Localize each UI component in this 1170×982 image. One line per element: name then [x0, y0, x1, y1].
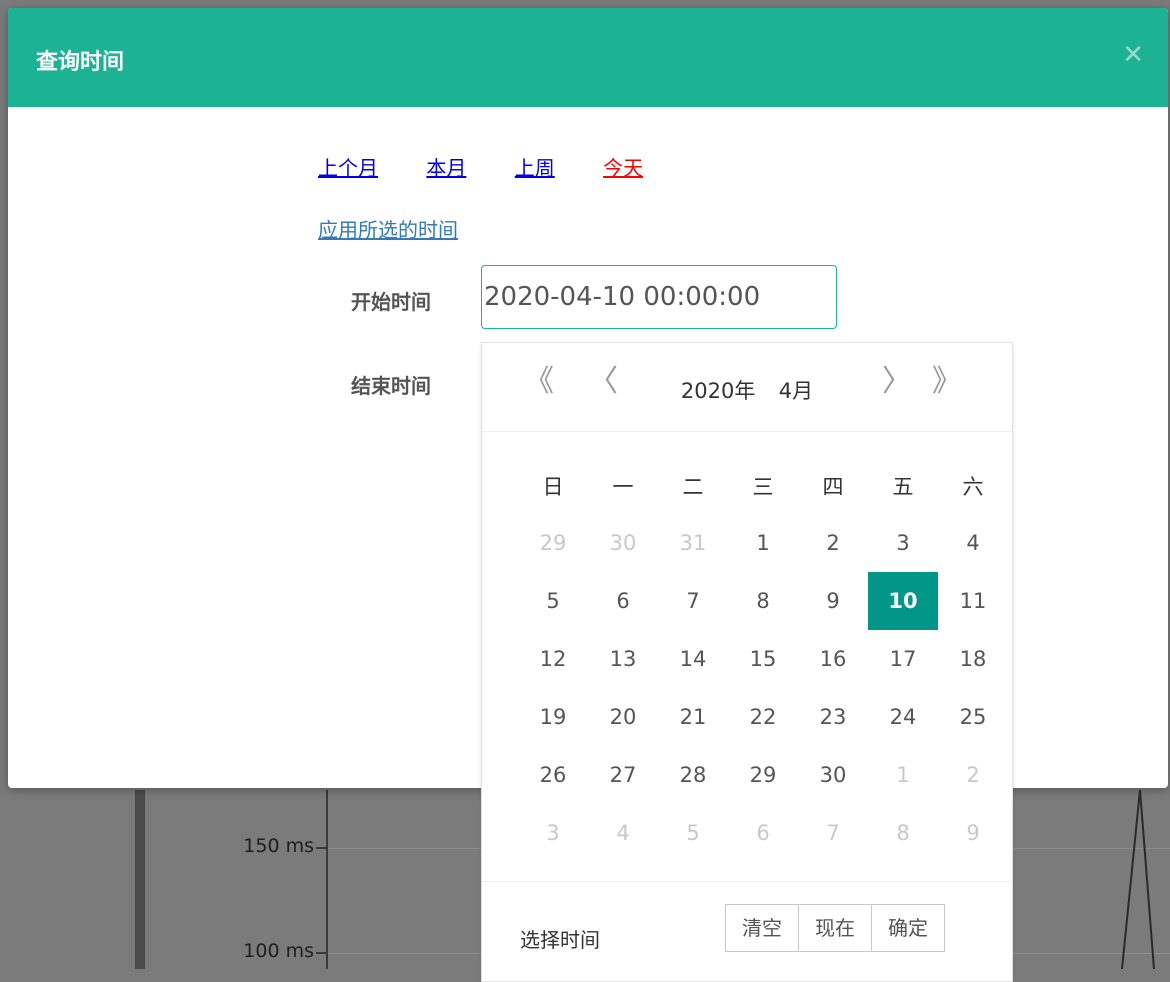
weekday-header: 日: [542, 475, 564, 499]
day-cell[interactable]: 31: [658, 514, 728, 572]
date-picker-header: 《 〈 2020年 4月 〉 》: [482, 343, 1012, 432]
today-link[interactable]: 今天: [603, 156, 643, 180]
background-axis-tick: [316, 952, 326, 954]
now-button[interactable]: 现在: [798, 904, 872, 952]
day-cell[interactable]: 27: [588, 746, 658, 804]
clear-button[interactable]: 清空: [725, 904, 799, 952]
day-cell[interactable]: 1: [728, 514, 798, 572]
calendar-week-row: 5 6 7 8 9 10 11: [518, 572, 1008, 630]
day-cell[interactable]: 6: [728, 804, 798, 862]
footer-button-group: 清空 现在 确定: [725, 904, 945, 952]
weekday-header: 五: [892, 475, 914, 499]
calendar-week-row: 3456789: [518, 804, 1008, 862]
day-cell[interactable]: 8: [868, 804, 938, 862]
confirm-button[interactable]: 确定: [871, 904, 945, 952]
day-cell[interactable]: 11: [938, 572, 1008, 630]
day-cell[interactable]: 23: [798, 688, 868, 746]
background-chart-lines: [1121, 790, 1155, 969]
selected-day-cell[interactable]: 10: [868, 572, 938, 630]
apply-selected-time-link[interactable]: 应用所选的时间: [318, 214, 458, 243]
calendar-week-row: 12 13 14 15 16 17 18: [518, 630, 1008, 688]
day-cell[interactable]: 4: [588, 804, 658, 862]
day-cell[interactable]: 3: [868, 514, 938, 572]
day-cell[interactable]: 29: [728, 746, 798, 804]
day-cell[interactable]: 5: [658, 804, 728, 862]
select-time-toggle[interactable]: 选择时间: [520, 924, 600, 953]
weekday-header: 六: [962, 475, 984, 499]
day-cell[interactable]: 9: [798, 572, 868, 630]
chevron-right-icon[interactable]: 〉: [882, 367, 912, 397]
day-cell[interactable]: 7: [658, 572, 728, 630]
end-time-label: 结束时间: [351, 374, 431, 398]
day-cell[interactable]: 5: [518, 572, 588, 630]
background-panel-edge: [135, 790, 145, 969]
day-cell[interactable]: 22: [728, 688, 798, 746]
year-selector[interactable]: 2020年: [681, 379, 755, 403]
weekday-header: 一: [612, 475, 634, 499]
day-cell[interactable]: 30: [798, 746, 868, 804]
last-week-link[interactable]: 上周: [515, 156, 555, 180]
day-cell[interactable]: 25: [938, 688, 1008, 746]
close-icon[interactable]: ✕: [1122, 42, 1144, 68]
weekday-header: 三: [752, 475, 774, 499]
background-axis-label: 100 ms: [243, 940, 314, 962]
day-cell[interactable]: 24: [868, 688, 938, 746]
day-cell[interactable]: 15: [728, 630, 798, 688]
double-chevron-right-icon[interactable]: 》: [932, 367, 962, 397]
dialog-title: 查询时间: [36, 50, 125, 75]
calendar-week-row: 29 30 31 1 2 3 4: [518, 514, 1008, 572]
month-selector[interactable]: 4月: [779, 379, 813, 403]
quick-range-links: 上个月 本月 上周 今天: [318, 152, 685, 181]
calendar-week-row: 26 27 28 29 30 1 2: [518, 746, 1008, 804]
day-cell[interactable]: 19: [518, 688, 588, 746]
date-picker-footer: 选择时间 清空 现在 确定: [482, 881, 1012, 982]
background-axis-label: 150 ms: [243, 835, 314, 857]
day-cell[interactable]: 21: [658, 688, 728, 746]
day-cell[interactable]: 6: [588, 572, 658, 630]
day-cell[interactable]: 3: [518, 804, 588, 862]
last-month-link[interactable]: 上个月: [318, 156, 378, 180]
start-time-input[interactable]: [481, 265, 837, 329]
day-cell[interactable]: 1: [868, 746, 938, 804]
weekday-header: 四: [822, 475, 844, 499]
weekday-header: 二: [682, 475, 704, 499]
day-cell[interactable]: 9: [938, 804, 1008, 862]
day-cell[interactable]: 4: [938, 514, 1008, 572]
this-month-link[interactable]: 本月: [426, 156, 466, 180]
day-cell[interactable]: 29: [518, 514, 588, 572]
day-cell[interactable]: 28: [658, 746, 728, 804]
day-cell[interactable]: 17: [868, 630, 938, 688]
day-cell[interactable]: 13: [588, 630, 658, 688]
dialog-header: 查询时间 ✕: [8, 8, 1168, 107]
day-cell[interactable]: 20: [588, 688, 658, 746]
day-cell[interactable]: 30: [588, 514, 658, 572]
calendar-week-row: 19 20 21 22 23 24 25: [518, 688, 1008, 746]
date-picker: 《 〈 2020年 4月 〉 》 日一二三四五六 29 30 31 1 2 3 4 5 6 7 8 9…: [481, 342, 1013, 982]
day-cell[interactable]: 16: [798, 630, 868, 688]
background-axis-tick: [316, 847, 326, 849]
day-cell[interactable]: 8: [728, 572, 798, 630]
day-cell[interactable]: 2: [938, 746, 1008, 804]
day-cell[interactable]: 26: [518, 746, 588, 804]
weekday-header-row: 日一二三四五六: [518, 458, 1008, 514]
day-cell[interactable]: 2: [798, 514, 868, 572]
calendar-grid: 日一二三四五六 29 30 31 1 2 3 4 5 6 7 8 9 10 11 12 13 14 15 16 17 1…: [518, 458, 1008, 862]
calendar-body: 29 30 31 1 2 3 4 5 6 7 8 9 10 11 12 13 14 15 16 17 18 19 20 21 2…: [518, 514, 1008, 862]
start-time-label: 开始时间: [351, 290, 431, 314]
day-cell[interactable]: 14: [658, 630, 728, 688]
day-cell[interactable]: 7: [798, 804, 868, 862]
background-chart-axis: [326, 790, 328, 969]
day-cell[interactable]: 18: [938, 630, 1008, 688]
day-cell[interactable]: 12: [518, 630, 588, 688]
